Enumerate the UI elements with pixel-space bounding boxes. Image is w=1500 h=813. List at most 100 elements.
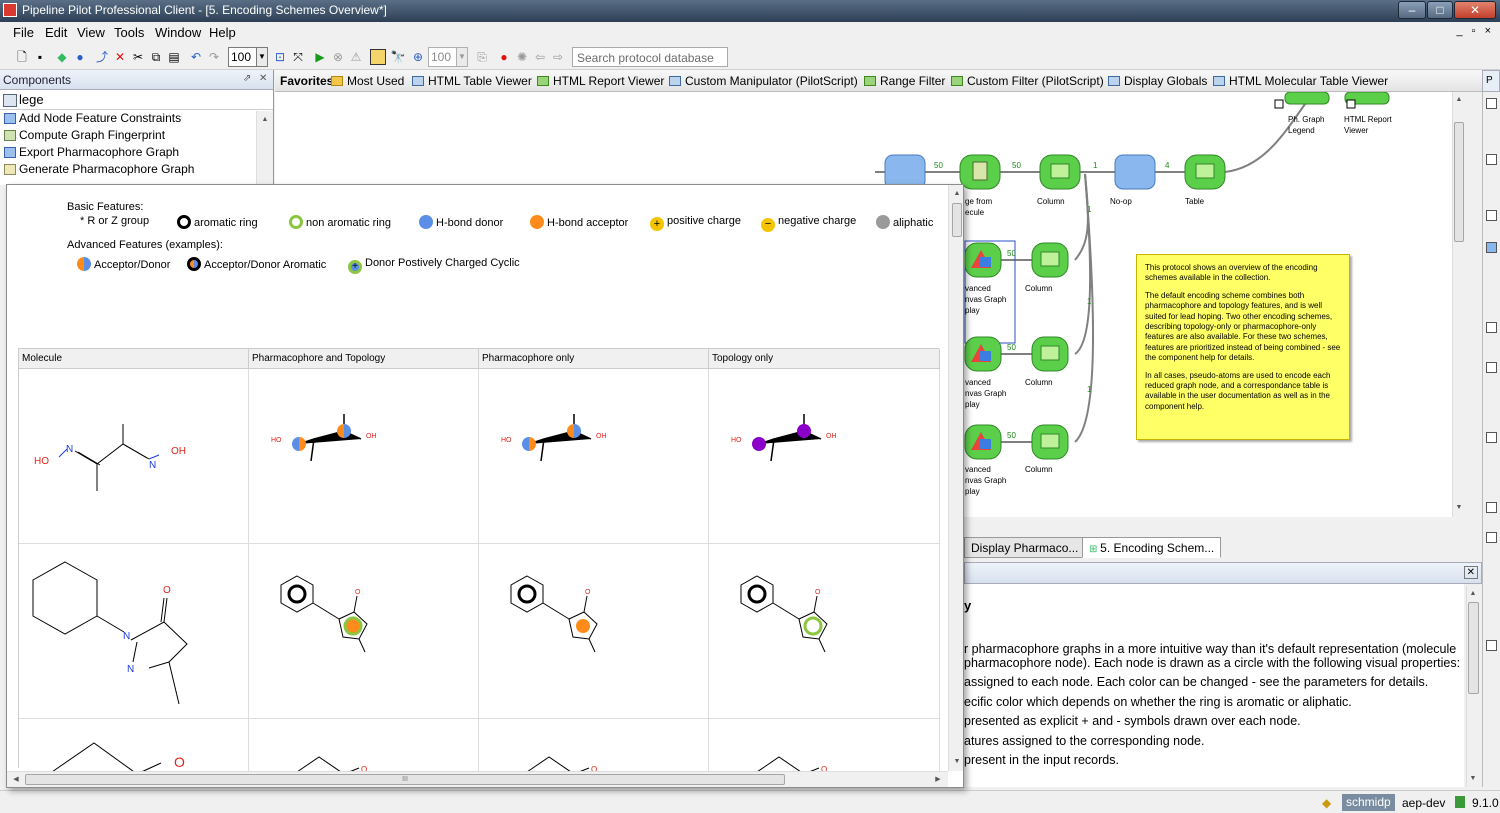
- paste-icon[interactable]: ▤: [166, 49, 182, 65]
- scroll-thumb[interactable]: [952, 203, 962, 237]
- help-close-icon[interactable]: ✕: [1463, 566, 1478, 579]
- pharmacophore-viewer-popup[interactable]: Basic Features: * R or Z group aromatic …: [6, 184, 964, 788]
- component-search-input[interactable]: lege: [0, 90, 273, 110]
- fav-display-globals[interactable]: Display Globals: [1108, 74, 1207, 88]
- expand-icon[interactable]: ⤧: [290, 49, 306, 65]
- scroll-right-icon[interactable]: ▶: [932, 774, 944, 786]
- undo-icon[interactable]: ↶: [188, 49, 204, 65]
- scroll-up-icon[interactable]: ▲: [1467, 588, 1479, 600]
- molecule-cell[interactable]: HO N N OH: [19, 369, 249, 544]
- cut-icon[interactable]: ✂: [130, 49, 146, 65]
- graph-cell[interactable]: HO OH: [709, 369, 940, 544]
- viewer-hscrollbar[interactable]: ◀ III ▶: [7, 771, 948, 787]
- fav-html-molecular-table-viewer[interactable]: HTML Molecular Table Viewer: [1213, 74, 1388, 88]
- maximize-button[interactable]: □: [1427, 1, 1453, 19]
- publish-icon[interactable]: ◆: [54, 49, 70, 65]
- fav-custom-filter[interactable]: Custom Filter (PilotScript): [951, 74, 1104, 88]
- find-icon[interactable]: 🔭: [390, 49, 406, 65]
- warning-icon[interactable]: ⚠: [348, 49, 364, 65]
- strip-icon[interactable]: [1486, 502, 1497, 513]
- zoom-dropdown-icon[interactable]: ▼: [256, 47, 268, 67]
- delete-icon[interactable]: ✕: [112, 49, 128, 65]
- link-icon[interactable]: ⤴: [94, 49, 110, 65]
- strip-icon[interactable]: [1486, 242, 1497, 253]
- page-icon[interactable]: ⎘: [474, 49, 490, 65]
- scroll-thumb[interactable]: [1454, 122, 1464, 242]
- graph-cell[interactable]: O: [709, 719, 940, 779]
- component-item[interactable]: Compute Graph Fingerprint: [0, 127, 273, 144]
- scroll-up-icon[interactable]: ▲: [951, 188, 963, 200]
- strip-icon[interactable]: [1486, 322, 1497, 333]
- molecule-cell[interactable]: O: [19, 719, 249, 779]
- zoom-icon[interactable]: ⊕: [410, 49, 426, 65]
- copy-icon[interactable]: ⧉: [148, 49, 164, 65]
- help-scrollbar[interactable]: ▲ ▼: [1466, 586, 1480, 787]
- column-header-pharm-topology[interactable]: Pharmacophore and Topology: [249, 349, 479, 369]
- strip-icon[interactable]: [1486, 154, 1497, 165]
- scroll-up-icon[interactable]: ▲: [1453, 94, 1465, 106]
- strip-icon[interactable]: [1486, 532, 1497, 543]
- fav-range-filter[interactable]: Range Filter: [864, 74, 945, 88]
- menu-file[interactable]: File: [13, 25, 34, 40]
- record-icon[interactable]: ●: [496, 49, 512, 65]
- graph-cell[interactable]: HO OH: [479, 369, 709, 544]
- strip-icon[interactable]: [1486, 432, 1497, 443]
- column-header-topology-only[interactable]: Topology only: [709, 349, 940, 369]
- molecule-cell[interactable]: N N O: [19, 544, 249, 719]
- fav-html-report-viewer[interactable]: HTML Report Viewer: [537, 74, 664, 88]
- forward-icon[interactable]: ⇨: [550, 49, 566, 65]
- stop-icon[interactable]: ⊗: [330, 49, 346, 65]
- pin-icon[interactable]: ⇗: [243, 73, 251, 84]
- fit-icon[interactable]: ⊡: [272, 49, 288, 65]
- menu-view[interactable]: View: [77, 25, 105, 40]
- graph-cell[interactable]: O: [249, 719, 479, 779]
- scroll-up-icon[interactable]: ▲: [259, 114, 271, 126]
- scroll-down-icon[interactable]: ▼: [951, 756, 963, 768]
- menu-window[interactable]: Window: [155, 25, 201, 40]
- redo-icon[interactable]: ↷: [206, 49, 222, 65]
- column-header-molecule[interactable]: Molecule: [19, 349, 249, 369]
- scroll-down-icon[interactable]: ▼: [1467, 773, 1479, 785]
- run-icon[interactable]: ▶: [312, 49, 328, 65]
- menu-tools[interactable]: Tools: [114, 25, 144, 40]
- column-header-pharm-only[interactable]: Pharmacophore only: [479, 349, 709, 369]
- graph-cell[interactable]: O: [479, 719, 709, 779]
- component-item[interactable]: Add Node Feature Constraints: [0, 110, 273, 127]
- graph-cell[interactable]: O: [249, 544, 479, 719]
- scroll-thumb[interactable]: III: [25, 774, 785, 785]
- side-tab[interactable]: P: [1482, 70, 1500, 92]
- save-icon[interactable]: ▪: [32, 49, 48, 65]
- viewer-vscrollbar[interactable]: ▲ ▼: [948, 185, 963, 771]
- canvas-vscrollbar[interactable]: ▲ ▼: [1452, 92, 1465, 517]
- scroll-left-icon[interactable]: ◀: [10, 774, 22, 786]
- graph-cell[interactable]: HO OH: [249, 369, 479, 544]
- scroll-thumb[interactable]: [1468, 602, 1479, 694]
- strip-icon[interactable]: [1486, 98, 1497, 109]
- note-icon[interactable]: [370, 49, 386, 65]
- minimize-button[interactable]: –: [1398, 1, 1426, 19]
- protocol-search-input[interactable]: Search protocol database: [572, 47, 728, 67]
- tab-display-pharmaco[interactable]: Display Pharmaco...: [964, 537, 1086, 558]
- scroll-down-icon[interactable]: ▼: [1453, 502, 1465, 514]
- component-item[interactable]: Generate Pharmacophore Graph: [0, 161, 273, 178]
- zoom2-dropdown-icon[interactable]: ▼: [456, 47, 468, 67]
- menu-help[interactable]: Help: [209, 25, 236, 40]
- sticky-note[interactable]: This protocol shows an overview of the e…: [1136, 254, 1350, 440]
- close-button[interactable]: ✕: [1454, 1, 1496, 19]
- graph-cell[interactable]: O: [479, 544, 709, 719]
- panel-close-icon[interactable]: ✕: [259, 73, 267, 84]
- back-icon[interactable]: ⇦: [532, 49, 548, 65]
- components-scrollbar[interactable]: ▲: [256, 111, 273, 184]
- graph-cell[interactable]: O: [709, 544, 940, 719]
- new-icon[interactable]: 🗋: [14, 49, 30, 65]
- debug-icon[interactable]: ✺: [514, 49, 530, 65]
- menu-edit[interactable]: Edit: [45, 25, 67, 40]
- strip-icon[interactable]: [1486, 640, 1497, 651]
- mdi-controls[interactable]: _ ▫ ×: [1456, 25, 1494, 37]
- strip-icon[interactable]: [1486, 210, 1497, 221]
- tab-encoding-schemes[interactable]: ⊞ 5. Encoding Schem...: [1082, 537, 1222, 558]
- fav-most-used[interactable]: Most Used: [331, 74, 404, 88]
- fav-custom-manipulator[interactable]: Custom Manipulator (PilotScript): [669, 74, 858, 88]
- help-icon[interactable]: ●: [72, 49, 88, 65]
- component-item[interactable]: Export Pharmacophore Graph: [0, 144, 273, 161]
